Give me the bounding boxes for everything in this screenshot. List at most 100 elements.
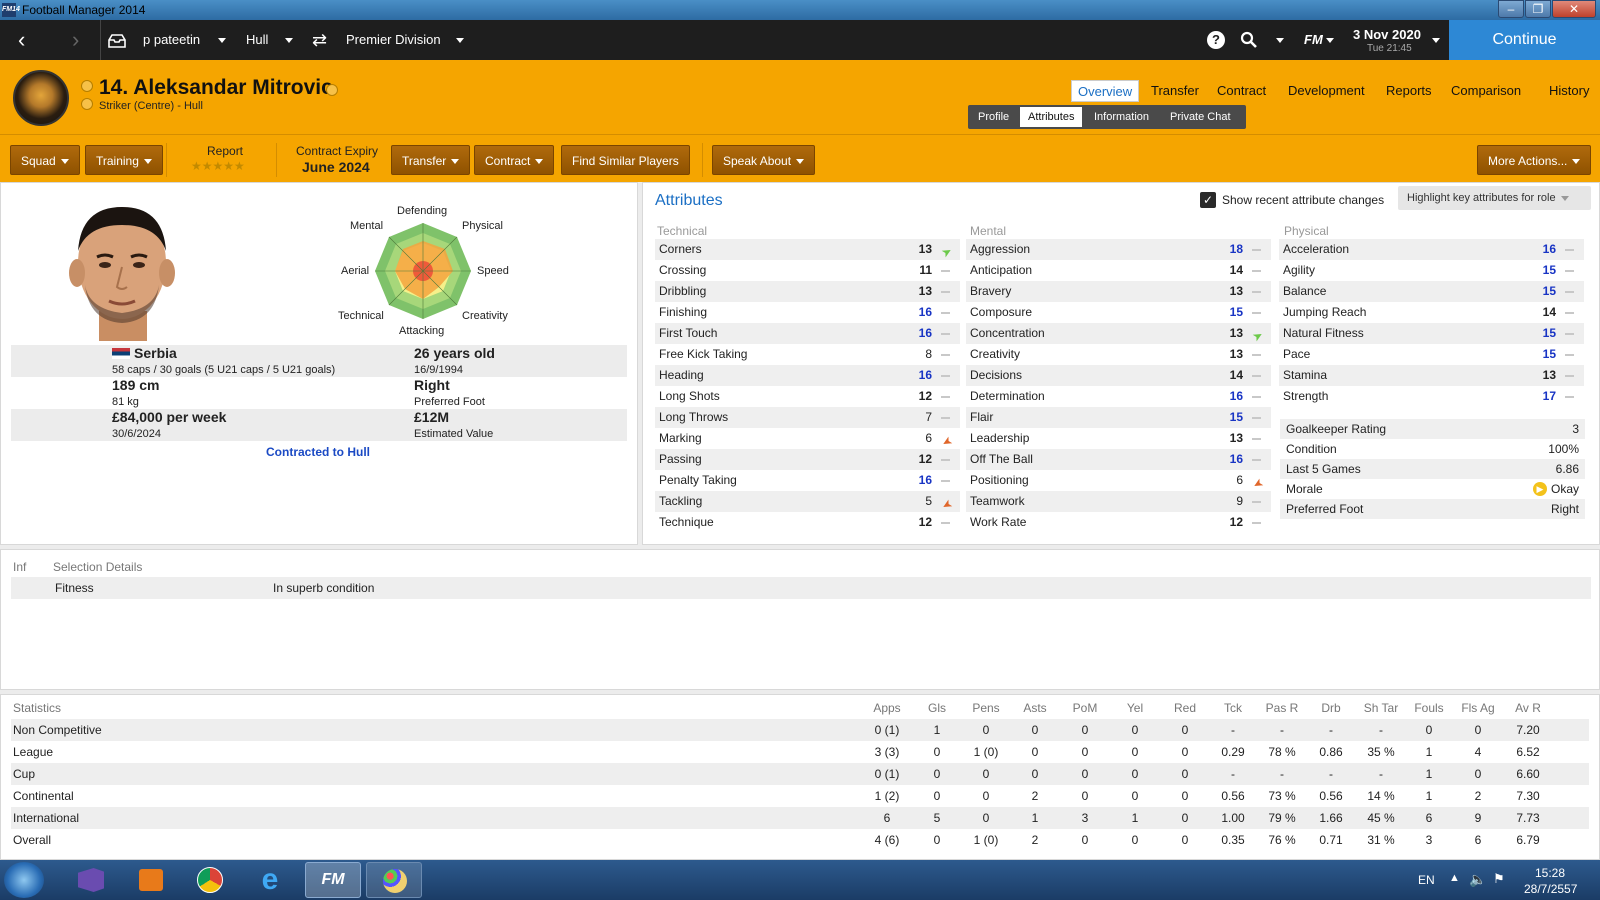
tab-comparison[interactable]: Comparison [1445,80,1527,102]
internet-explorer-icon[interactable]: e [242,862,298,898]
attribute-row[interactable]: Decisions 14 [966,365,1271,386]
maximize-button[interactable]: ❐ [1525,0,1551,18]
manager-menu[interactable]: p pateetin [143,20,200,60]
tab-history[interactable]: History [1543,80,1595,102]
stat-column-header[interactable]: Yel [1113,701,1157,715]
stats-row[interactable]: International 6 5 0 1 3 1 0 1.00 79 % 1.66 45 % 6 9 7.… [11,807,1589,829]
show-changes-label[interactable]: Show recent attribute changes [1222,193,1384,207]
help-icon[interactable]: ? [1207,31,1225,49]
contract-button[interactable]: Contract [474,145,555,175]
forward-arrow-icon[interactable]: › [72,20,96,60]
transfer-button[interactable]: Transfer [391,145,471,175]
attribute-row[interactable]: Finishing 16 [655,302,960,323]
competition-menu[interactable]: Premier Division [346,20,441,60]
inbox-icon[interactable] [108,20,130,60]
attribute-row[interactable]: Dribbling 13 [655,281,960,302]
chevron-down-icon[interactable] [326,84,338,96]
subtab-private-chat[interactable]: Private Chat [1162,107,1239,127]
tab-overview[interactable]: Overview [1071,80,1140,102]
chevron-down-icon[interactable] [1276,20,1284,60]
attribute-row[interactable]: Stamina 13 [1279,365,1584,386]
back-arrow-icon[interactable]: ‹ [18,20,42,60]
stat-column-header[interactable]: Fouls [1407,701,1451,715]
chrome-icon[interactable] [182,862,238,898]
attribute-row[interactable]: Free Kick Taking 8 [655,344,960,365]
report-stars[interactable]: ★★★★★ [191,159,245,173]
attribute-row[interactable]: Marking 6 ➤ [655,428,960,451]
stat-column-header[interactable]: Sh Tar [1359,701,1403,715]
stat-column-header[interactable]: Apps [865,701,909,715]
attribute-row[interactable]: Natural Fitness 15 [1279,323,1584,344]
attribute-row[interactable]: Acceleration 16 [1279,239,1584,260]
attribute-row[interactable]: Crossing 11 [655,260,960,281]
squad-button[interactable]: Squad [10,145,80,175]
shortlist-icon[interactable] [81,98,93,110]
media-player-icon[interactable] [122,862,178,898]
attribute-row[interactable]: Passing 12 [655,449,960,470]
highlight-role-dropdown[interactable]: Highlight key attributes for role [1398,186,1591,210]
subtab-profile[interactable]: Profile [970,107,1017,127]
stat-column-header[interactable]: Asts [1013,701,1057,715]
club-menu[interactable]: Hull [246,20,268,60]
paint-icon[interactable] [366,862,422,898]
speak-about-button[interactable]: Speak About [712,145,816,175]
training-button[interactable]: Training [85,145,163,175]
attribute-row[interactable]: Anticipation 14 [966,260,1271,281]
attribute-row[interactable]: Work Rate 12 [966,512,1271,533]
stat-column-header[interactable]: Red [1163,701,1207,715]
attribute-row[interactable]: Balance 15 [1279,281,1584,302]
attribute-row[interactable]: Heading 16 [655,365,960,386]
show-changes-checkbox[interactable]: ✓ [1200,192,1216,208]
attribute-row[interactable]: Teamwork 9 [966,491,1271,512]
tab-transfer[interactable]: Transfer [1145,80,1205,102]
nation[interactable]: Serbia [134,345,177,361]
attribute-row[interactable]: Agility 15 [1279,260,1584,281]
stat-column-header[interactable]: Fls Ag [1456,701,1500,715]
stat-column-header[interactable]: Pas R [1260,701,1304,715]
stat-column-header[interactable]: Tck [1211,701,1255,715]
attribute-row[interactable]: Penalty Taking 16 [655,470,960,491]
attribute-row[interactable]: Determination 16 [966,386,1271,407]
more-actions-button[interactable]: More Actions... [1477,145,1592,175]
network-icon[interactable]: ⚑ [1493,871,1505,887]
attribute-row[interactable]: Technique 12 [655,512,960,533]
taskbar-date[interactable]: 28/7/2557 [1524,882,1577,896]
stat-column-header[interactable]: Av R [1506,701,1550,715]
fm-menu[interactable]: FM [1304,20,1323,60]
attribute-row[interactable]: Leadership 13 [966,428,1271,449]
chevron-down-icon[interactable] [1326,20,1334,60]
favourite-icon[interactable] [81,80,93,92]
taskbar-clock[interactable]: 15:28 [1535,866,1565,880]
attribute-row[interactable]: Creativity 13 [966,344,1271,365]
subtab-attributes[interactable]: Attributes [1020,107,1083,127]
tray-expand-icon[interactable]: ▲ [1449,872,1460,884]
language-indicator[interactable]: EN [1418,873,1435,887]
attribute-row[interactable]: Composure 15 [966,302,1271,323]
chevron-down-icon[interactable] [1432,20,1440,60]
selection-details-header[interactable]: Selection Details [53,560,142,574]
attribute-row[interactable]: Pace 15 [1279,344,1584,365]
inf-header[interactable]: Inf [13,560,26,574]
chevron-down-icon[interactable] [285,20,293,60]
visual-studio-icon[interactable] [62,862,118,898]
search-icon[interactable] [1240,31,1258,49]
stats-row[interactable]: Non Competitive 0 (1) 1 0 0 0 0 0 - - - - 0 0 7.20 [11,719,1589,741]
contracted-to-link[interactable]: Contracted to Hull [266,445,370,459]
attribute-row[interactable]: Long Shots 12 [655,386,960,407]
chevron-down-icon[interactable] [456,20,464,60]
find-similar-players-button[interactable]: Find Similar Players [561,145,690,175]
attribute-row[interactable]: Jumping Reach 14 [1279,302,1584,323]
stat-column-header[interactable]: Pens [964,701,1008,715]
attribute-row[interactable]: Off The Ball 16 [966,449,1271,470]
stat-column-header[interactable]: Gls [915,701,959,715]
tab-development[interactable]: Development [1282,80,1371,102]
tab-reports[interactable]: Reports [1380,80,1438,102]
stats-row[interactable]: Cup 0 (1) 0 0 0 0 0 0 - - - - 1 0 6.60 [11,763,1589,785]
attribute-row[interactable]: Tackling 5 ➤ [655,491,960,514]
attribute-row[interactable]: First Touch 16 [655,323,960,344]
start-button[interactable] [4,862,44,898]
attribute-row[interactable]: Bravery 13 [966,281,1271,302]
attribute-row[interactable]: Positioning 6 ➤ [966,470,1271,493]
subtab-information[interactable]: Information [1086,107,1157,127]
attribute-row[interactable]: Long Throws 7 [655,407,960,428]
